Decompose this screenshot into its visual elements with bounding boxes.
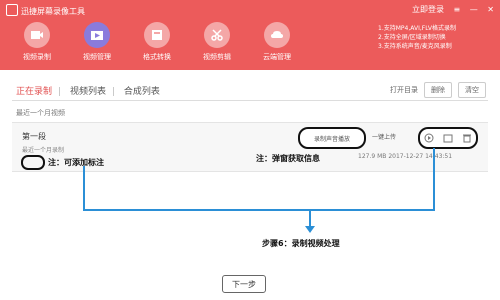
next-button[interactable]: 下一步	[222, 275, 266, 293]
record-name: 第一段	[22, 132, 46, 141]
clear-button[interactable]: 清空	[458, 82, 486, 98]
delete-button[interactable]: 删除	[424, 82, 452, 98]
main-nav: 视频录制 视频管理 格式转换 视频剪辑 云端管理	[16, 22, 298, 62]
app-header: 迅捷屏幕录像工具 立即登录 ≡ — ✕ 视频录制 视频管理 格式转换 视频剪辑 …	[0, 0, 500, 70]
sound-play-button[interactable]: 录制声音播放	[298, 127, 366, 149]
close-icon[interactable]: ✕	[487, 5, 494, 14]
app-title: 迅捷屏幕录像工具	[6, 4, 85, 17]
window-controls: 立即登录 ≡ — ✕	[405, 4, 494, 15]
open-folder-link[interactable]: 打开目录	[390, 85, 418, 95]
tab-recording[interactable]: 正在录制	[16, 87, 52, 97]
record-info: 127.9 MB 2017-12-27 14:43:51	[358, 153, 453, 160]
folder-video-icon	[84, 22, 110, 48]
minimize-icon[interactable]: —	[470, 5, 478, 14]
nav-video-record[interactable]: 视频录制	[16, 22, 58, 62]
nav-format-convert[interactable]: 格式转换	[136, 22, 178, 62]
note-annotation: 注：可添加标注	[48, 158, 104, 167]
login-link[interactable]: 立即登录	[412, 5, 444, 14]
cloud-icon	[264, 22, 290, 48]
add-note-highlight[interactable]	[21, 155, 45, 170]
record-row[interactable]: 第一段 最近一个月录制 注：可添加标注 录制声音播放 一键上传 注：弹窗获取信息…	[12, 122, 488, 172]
menu-icon[interactable]: ≡	[454, 5, 461, 14]
nav-cloud[interactable]: 云端管理	[256, 22, 298, 62]
feature-notice: 1.支持MP4,AVI,FLV格式录制 2.支持全屏/区域录制切换 3.支持系统…	[378, 25, 456, 50]
nav-video-edit[interactable]: 视频剪辑	[196, 22, 238, 62]
list-toolbar: 打开目录 删除 清空	[390, 82, 486, 98]
trash-icon[interactable]	[462, 133, 472, 143]
convert-icon	[144, 22, 170, 48]
list-tabs: 正在录制 | 视频列表 | 合成列表	[16, 87, 160, 97]
divider	[12, 100, 488, 101]
tab-merge-list[interactable]: 合成列表	[124, 87, 160, 97]
step-annotation: 步骤6：录制视频处理	[262, 239, 340, 248]
app-logo-icon	[6, 4, 18, 16]
record-actions	[418, 127, 478, 149]
popup-annotation: 注：弹窗获取信息	[256, 154, 320, 163]
list-subtitle: 最近一个月视频	[16, 109, 65, 117]
upload-link[interactable]: 一键上传	[372, 132, 396, 141]
record-note: 最近一个月录制	[22, 147, 65, 154]
nav-video-manage[interactable]: 视频管理	[76, 22, 118, 62]
folder-icon[interactable]	[443, 133, 453, 143]
tab-video-list[interactable]: 视频列表	[70, 87, 106, 97]
scissors-icon	[204, 22, 230, 48]
video-icon	[24, 22, 50, 48]
play-icon[interactable]	[424, 133, 434, 143]
